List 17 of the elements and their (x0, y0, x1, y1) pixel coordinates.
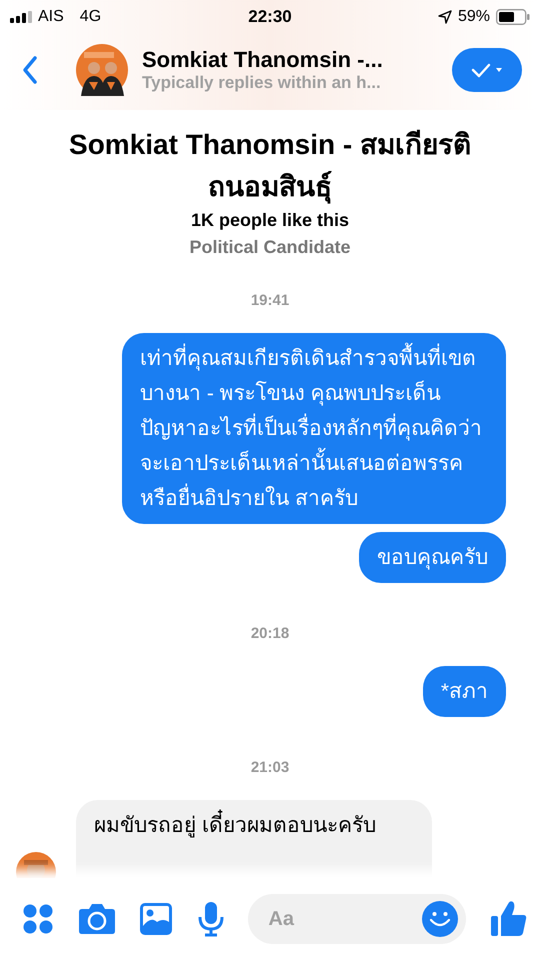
message-timestamp: 19:41 (250, 292, 290, 309)
battery-percent: 59% (458, 8, 490, 26)
page-category: Political Candidate (189, 237, 351, 258)
clock-time: 22:30 (248, 7, 292, 27)
profile-name: Somkiat Thanomsin - สมเกียรติ ถนอมสินธุ์ (68, 128, 472, 206)
sent-message: เท่าที่คุณสมเกียรติเดินสำรวจพื้นที่เขตบางนา - พระโขนง คุณพบประเด็นปัญหาอะไรที่เป็นเรื่องหลักๆที่คุณคิดว่าจะเอาประเด็นเหล่านั้นเสนอต่อพรรคหรือยื่นอิปรายใน สาครับ (122, 333, 506, 524)
message-timestamp: 20:18 (250, 625, 290, 642)
sent-message: ขอบคุณครับ (359, 532, 506, 583)
message-field[interactable]: Aa (248, 894, 466, 944)
network-type: 4G (80, 8, 102, 26)
chat-title: Somkiat Thanomsin -... (142, 47, 384, 73)
carrier-name: AIS (38, 8, 64, 26)
response-time-note: Typically replies within an h... (142, 73, 382, 93)
message-timestamp: 21:03 (250, 759, 290, 776)
received-message: ผมขับรถอยู่ เดี๋ยวผมตอบนะครับ (76, 800, 432, 878)
likes-count: 1K people like this (190, 210, 350, 231)
sent-message: *สภา (422, 666, 506, 717)
